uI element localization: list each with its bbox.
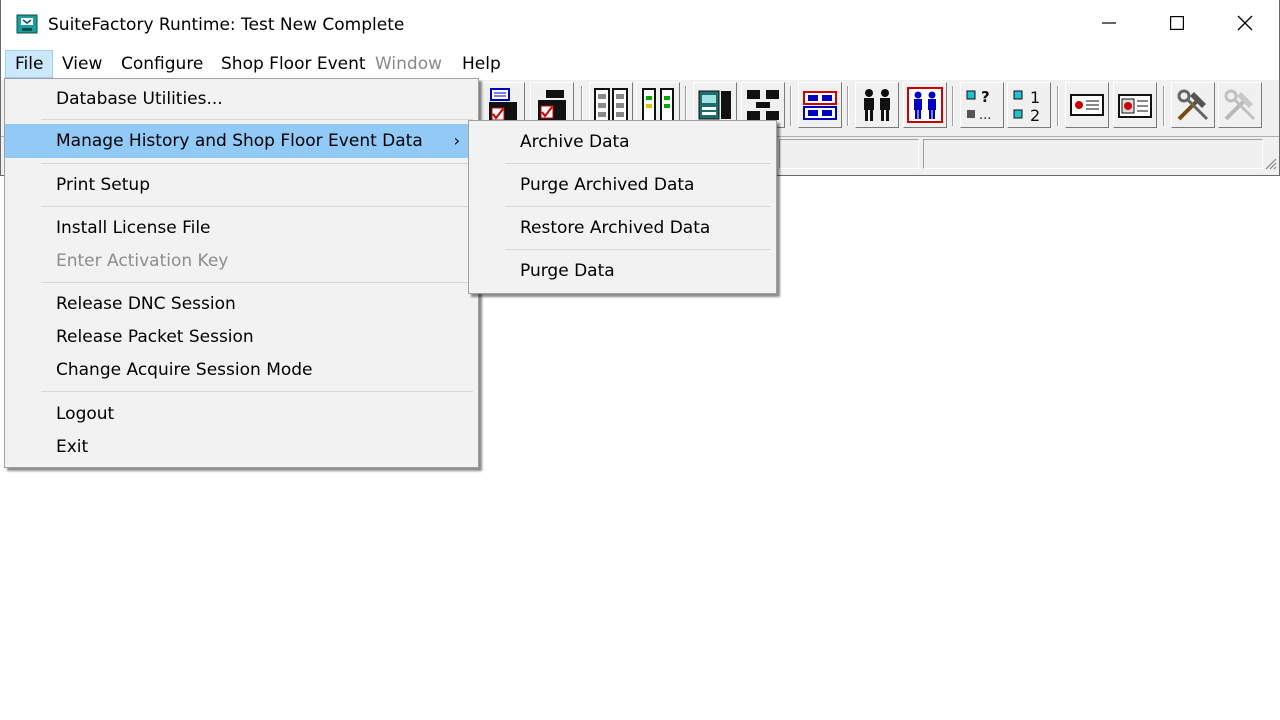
chevron-right-icon: › (453, 131, 460, 150)
menu-view[interactable]: View (53, 50, 111, 78)
menu-configure[interactable]: Configure (112, 50, 212, 78)
toolbar-separator (847, 86, 849, 126)
numbered-list-icon: 1 2 (1013, 88, 1040, 124)
menu-item-label: Logout (56, 404, 115, 424)
menu-separator (505, 249, 771, 250)
menu-item-change-acquire-session-mode[interactable]: Change Acquire Session Mode (5, 357, 478, 383)
menu-shop-floor-event[interactable]: Shop Floor Event (212, 50, 375, 78)
menu-help[interactable]: Help (453, 50, 510, 78)
window-title: SuiteFactory Runtime: Test New Complete (48, 15, 405, 35)
server-rack-icon (698, 90, 731, 120)
menu-item-label: Print Setup (56, 175, 150, 195)
toolbar-button-two-operators[interactable] (855, 82, 899, 128)
tools-icon (1177, 89, 1209, 121)
toolbar-separator (1163, 86, 1165, 126)
machine-checked-icon (538, 90, 566, 122)
close-icon (1237, 15, 1253, 31)
toolbar-separator (1057, 86, 1059, 126)
menu-item-label: Purge Archived Data (520, 175, 695, 195)
toolbar-button-operators-highlight[interactable] (903, 82, 947, 128)
minimize-icon (1102, 22, 1116, 24)
maximize-button[interactable] (1143, 0, 1211, 46)
title-bar[interactable]: SuiteFactory Runtime: Test New Complete (1, 0, 1279, 46)
menu-item-exit[interactable]: Exit (5, 434, 478, 460)
menu-item-label: Change Acquire Session Mode (56, 360, 313, 380)
operators-highlight-icon (907, 87, 943, 123)
menu-bar: File View Configure Shop Floor Event Win… (1, 46, 1279, 80)
menu-separator (505, 206, 771, 207)
menu-item-release-packet-session[interactable]: Release Packet Session (5, 324, 478, 350)
tools-disabled-icon (1224, 89, 1256, 121)
menu-item-label: Manage History and Shop Floor Event Data (56, 131, 423, 151)
menu-item-label: Restore Archived Data (520, 218, 711, 238)
menu-item-label: Release Packet Session (56, 327, 254, 347)
menu-item-manage-history[interactable]: Manage History and Shop Floor Event Data… (5, 124, 478, 158)
toolbar-button-question-list[interactable]: ? ... (960, 82, 1004, 128)
app-icon (16, 13, 38, 35)
submenu-item-restore-archived-data[interactable]: Restore Archived Data (469, 215, 776, 241)
manage-history-submenu: Archive Data Purge Archived Data Restore… (468, 120, 777, 294)
network-nodes-icon (747, 90, 779, 120)
cabinet-pair-icon (594, 88, 628, 122)
toolbar-separator (790, 86, 792, 126)
svg-text:1: 1 (1030, 88, 1040, 107)
file-menu-dropdown: Database Utilities... Manage History and… (4, 78, 479, 468)
menu-item-database-utilities[interactable]: Database Utilities... (5, 86, 478, 112)
menu-item-label: Release DNC Session (56, 294, 236, 314)
menu-separator (41, 206, 473, 207)
menu-item-label: Archive Data (520, 132, 630, 152)
menu-separator (41, 391, 473, 392)
menu-item-label: Install License File (56, 218, 211, 238)
toolbar-button-tools-disabled[interactable] (1218, 82, 1262, 128)
menu-separator (41, 163, 473, 164)
status-pane (779, 139, 919, 169)
resize-grip-icon[interactable] (1263, 156, 1277, 170)
submenu-item-archive-data[interactable]: Archive Data (469, 129, 776, 155)
minimize-button[interactable] (1075, 0, 1143, 46)
menu-item-label: Purge Data (520, 261, 615, 281)
submenu-item-purge-data[interactable]: Purge Data (469, 258, 776, 284)
menu-item-label: Exit (56, 437, 89, 457)
menu-item-logout[interactable]: Logout (5, 401, 478, 427)
svg-text:?: ? (981, 88, 990, 106)
menu-item-install-license-file[interactable]: Install License File (5, 215, 478, 241)
menu-item-release-dnc-session[interactable]: Release DNC Session (5, 291, 478, 317)
report-chart-icon (1118, 94, 1152, 118)
menu-item-print-setup[interactable]: Print Setup (5, 172, 478, 198)
toolbar-button-report-chart[interactable] (1113, 82, 1157, 128)
indicator-panel-icon (642, 88, 674, 122)
svg-text:...: ... (979, 108, 991, 123)
red-blue-panel-icon (803, 91, 837, 120)
question-list-icon: ? ... (966, 88, 991, 123)
menu-item-label: Enter Activation Key (56, 251, 229, 271)
toolbar-button-report-card[interactable] (1065, 82, 1109, 128)
menu-item-label: Database Utilities... (56, 89, 223, 109)
menu-separator (41, 119, 473, 120)
report-card-icon (1070, 94, 1104, 116)
close-button[interactable] (1211, 0, 1279, 46)
menu-item-enter-activation-key: Enter Activation Key (5, 248, 478, 274)
maximize-icon (1170, 16, 1184, 30)
menu-window[interactable]: Window (366, 50, 451, 78)
toolbar-button-red-blue-panel[interactable] (798, 82, 842, 128)
svg-text:2: 2 (1030, 106, 1040, 124)
status-pane (923, 139, 1263, 169)
menu-separator (41, 282, 473, 283)
menu-separator (505, 163, 771, 164)
toolbar-button-tools[interactable] (1171, 82, 1215, 128)
menu-file[interactable]: File (5, 50, 54, 78)
submenu-item-purge-archived-data[interactable]: Purge Archived Data (469, 172, 776, 198)
two-operators-icon (864, 89, 890, 121)
machine-checklist-icon (489, 88, 517, 122)
toolbar-separator (952, 86, 954, 126)
toolbar-button-numbered-list[interactable]: 1 2 (1007, 82, 1051, 128)
